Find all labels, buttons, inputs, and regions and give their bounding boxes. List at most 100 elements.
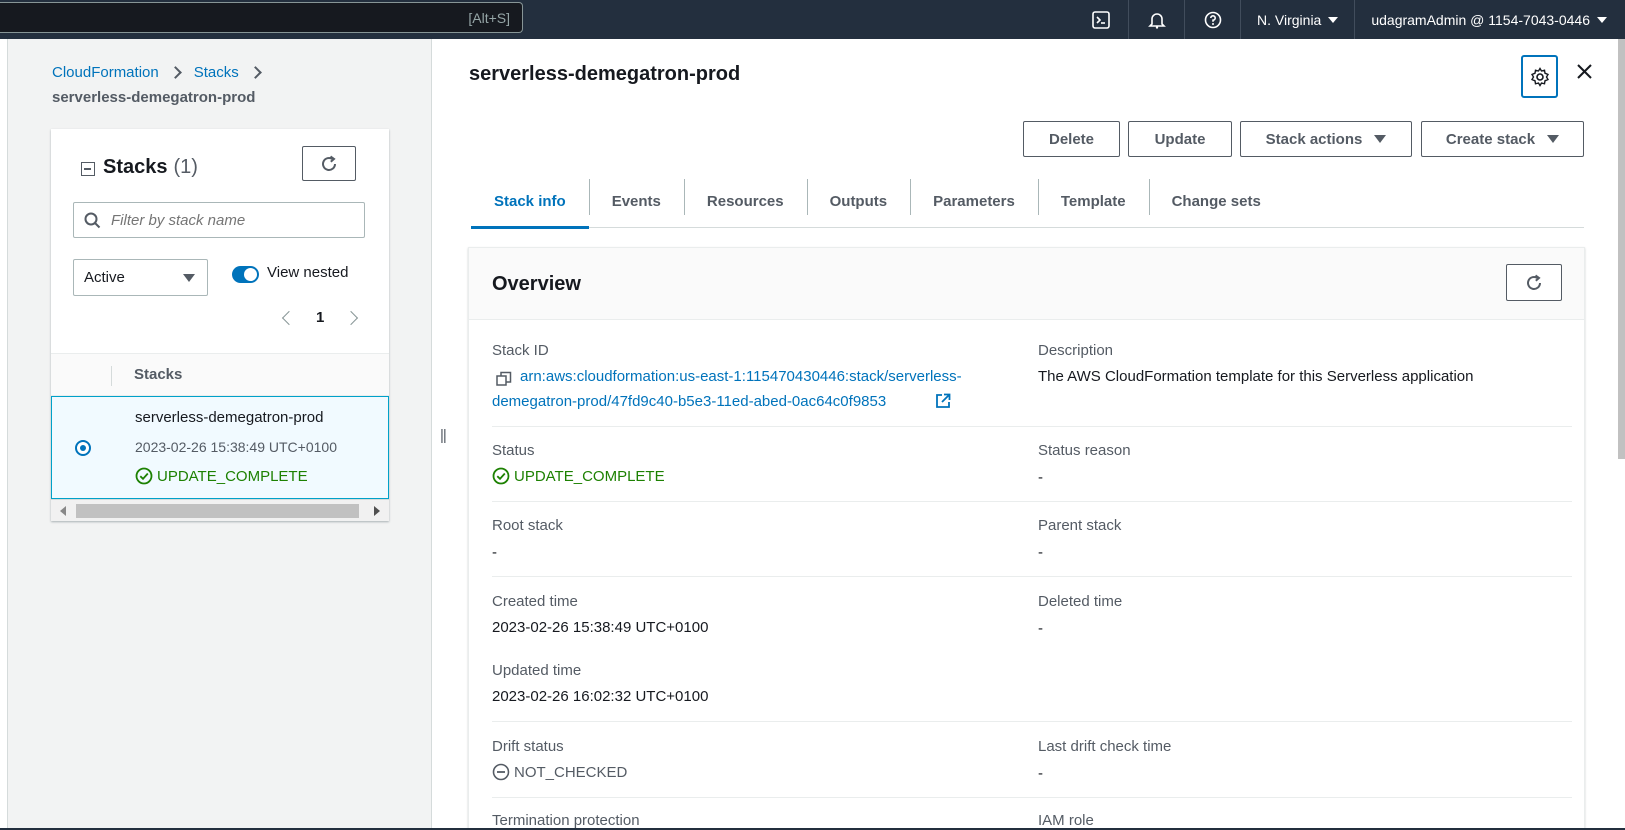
- tab-parameters[interactable]: Parameters: [910, 175, 1038, 228]
- divider: [492, 576, 1572, 577]
- vertical-scrollbar[interactable]: [1618, 39, 1625, 459]
- create-stack-button[interactable]: Create stack: [1421, 121, 1584, 157]
- termination-protection-label: Termination protection: [492, 812, 640, 829]
- view-nested-toggle[interactable]: [232, 266, 259, 283]
- updated-time-value: 2023-02-26 16:02:32 UTC+0100: [492, 688, 709, 705]
- refresh-icon: [322, 155, 336, 171]
- stack-id-line1[interactable]: arn:aws:cloudformation:us-east-1:1154704…: [520, 368, 962, 385]
- created-time-label: Created time: [492, 593, 578, 610]
- status-text: UPDATE_COMPLETE: [514, 467, 665, 485]
- chevron-down-icon: [1597, 16, 1607, 23]
- region-selector[interactable]: N. Virginia: [1241, 0, 1356, 39]
- stack-id-label: Stack ID: [492, 342, 549, 359]
- bell-icon[interactable]: [1129, 0, 1186, 39]
- table-row[interactable]: serverless-demegatron-prod 2023-02-26 15…: [51, 396, 389, 499]
- left-edge: [0, 39, 7, 830]
- chevron-left-icon[interactable]: [281, 310, 297, 325]
- copy-icon[interactable]: [496, 371, 512, 391]
- chevron-right-icon[interactable]: [344, 310, 359, 325]
- drift-status-value: NOT_CHECKED: [492, 763, 627, 781]
- tab-resources[interactable]: Resources: [683, 175, 807, 228]
- tab-change-sets[interactable]: Change sets: [1148, 175, 1284, 228]
- root-stack-label: Root stack: [492, 517, 563, 534]
- chevron-right-icon: [248, 66, 262, 79]
- refresh-stacks-button[interactable]: [302, 146, 356, 181]
- deleted-time-label: Deleted time: [1038, 593, 1123, 610]
- horizontal-scrollbar[interactable]: [51, 499, 389, 521]
- close-button[interactable]: [1576, 63, 1593, 84]
- parent-stack-label: Parent stack: [1038, 517, 1122, 534]
- global-search-input[interactable]: [Alt+S]: [0, 2, 523, 33]
- nav-right-group: N. Virginia udagramAdmin @ 1154-7043-044…: [1073, 0, 1625, 39]
- search-icon: [84, 212, 101, 228]
- drift-status-label: Drift status: [492, 738, 564, 755]
- status-reason-label: Status reason: [1038, 442, 1131, 459]
- breadcrumb-stacks[interactable]: Stacks: [194, 64, 239, 81]
- page-title: serverless-demegatron-prod: [469, 63, 741, 85]
- tab-outputs[interactable]: Outputs: [806, 175, 911, 228]
- check-circle-icon: [135, 467, 153, 485]
- stack-actions-label: Stack actions: [1265, 130, 1363, 148]
- scroll-right-icon[interactable]: [374, 506, 380, 516]
- minus-circle-icon: [492, 763, 510, 781]
- deleted-time-value: -: [1038, 620, 1043, 637]
- close-icon: [1577, 64, 1592, 79]
- collapse-icon[interactable]: [81, 162, 95, 176]
- overview-header: Overview: [469, 248, 1584, 320]
- gear-icon: [1530, 66, 1549, 87]
- stacks-count: (1): [173, 156, 198, 178]
- stacks-panel: Stacks (1) Active View nested 1 Stacks s…: [51, 129, 389, 521]
- scroll-thumb[interactable]: [76, 504, 359, 518]
- stacks-title: Stacks: [103, 156, 168, 178]
- update-button[interactable]: Update: [1128, 121, 1232, 157]
- region-label: N. Virginia: [1257, 11, 1322, 28]
- stack-name[interactable]: serverless-demegatron-prod: [135, 409, 323, 426]
- refresh-icon: [1527, 274, 1541, 290]
- caret-down-icon: [1374, 135, 1387, 143]
- stack-date: 2023-02-26 15:38:49 UTC+0100: [135, 439, 337, 455]
- description-label: Description: [1038, 342, 1114, 359]
- account-label: udagramAdmin @ 1154-7043-0446: [1371, 11, 1590, 28]
- check-circle-icon: [492, 467, 510, 485]
- create-stack-label: Create stack: [1445, 130, 1536, 148]
- stack-actions-button[interactable]: Stack actions: [1240, 121, 1412, 157]
- detail-tabs: Stack info Events Resources Outputs Para…: [471, 175, 1584, 229]
- account-menu[interactable]: udagramAdmin @ 1154-7043-0446: [1355, 0, 1625, 39]
- filter-stack-input[interactable]: [111, 211, 351, 229]
- chevron-right-icon: [168, 66, 182, 79]
- refresh-overview-button[interactable]: [1506, 264, 1562, 301]
- cloudshell-icon[interactable]: [1073, 0, 1130, 39]
- chevron-down-icon: [1328, 16, 1339, 23]
- tab-events[interactable]: Events: [588, 175, 684, 228]
- drift-status-text: NOT_CHECKED: [514, 763, 628, 781]
- status-filter-select[interactable]: Active: [73, 259, 208, 296]
- stack-id-line2[interactable]: demegatron-prod/47fd9c40-b5e3-11ed-abed-…: [492, 393, 886, 410]
- breadcrumb-cloudformation[interactable]: CloudFormation: [52, 64, 159, 81]
- caret-down-icon: [183, 274, 195, 282]
- last-drift-check-label: Last drift check time: [1038, 738, 1172, 755]
- filter-stack-field[interactable]: [73, 202, 365, 238]
- help-icon[interactable]: [1185, 0, 1242, 39]
- breadcrumb: CloudFormation Stacks: [52, 64, 274, 81]
- page-number[interactable]: 1: [316, 309, 324, 326]
- stacks-table-header: Stacks: [51, 353, 389, 396]
- column-separator: [111, 366, 112, 386]
- tab-stack-info[interactable]: Stack info: [471, 175, 589, 229]
- last-drift-check-value: -: [1038, 765, 1043, 782]
- overview-title: Overview: [492, 273, 581, 295]
- created-time-value: 2023-02-26 15:38:49 UTC+0100: [492, 619, 709, 636]
- pane-resize-handle[interactable]: ||: [440, 427, 447, 444]
- stacks-list-pane: CloudFormation Stacks serverless-demegat…: [7, 39, 432, 830]
- external-link-icon[interactable]: [935, 393, 951, 413]
- divider: [492, 797, 1572, 798]
- scroll-left-icon[interactable]: [60, 506, 66, 516]
- column-header-stacks[interactable]: Stacks: [134, 366, 182, 383]
- divider: [492, 426, 1572, 427]
- iam-role-label: IAM role: [1038, 812, 1094, 829]
- status-reason-value: -: [1038, 469, 1043, 486]
- tab-template[interactable]: Template: [1037, 175, 1149, 228]
- delete-button[interactable]: Delete: [1023, 121, 1120, 157]
- status-label: Status: [492, 442, 535, 459]
- preferences-button[interactable]: [1521, 55, 1558, 98]
- row-radio[interactable]: [75, 440, 91, 456]
